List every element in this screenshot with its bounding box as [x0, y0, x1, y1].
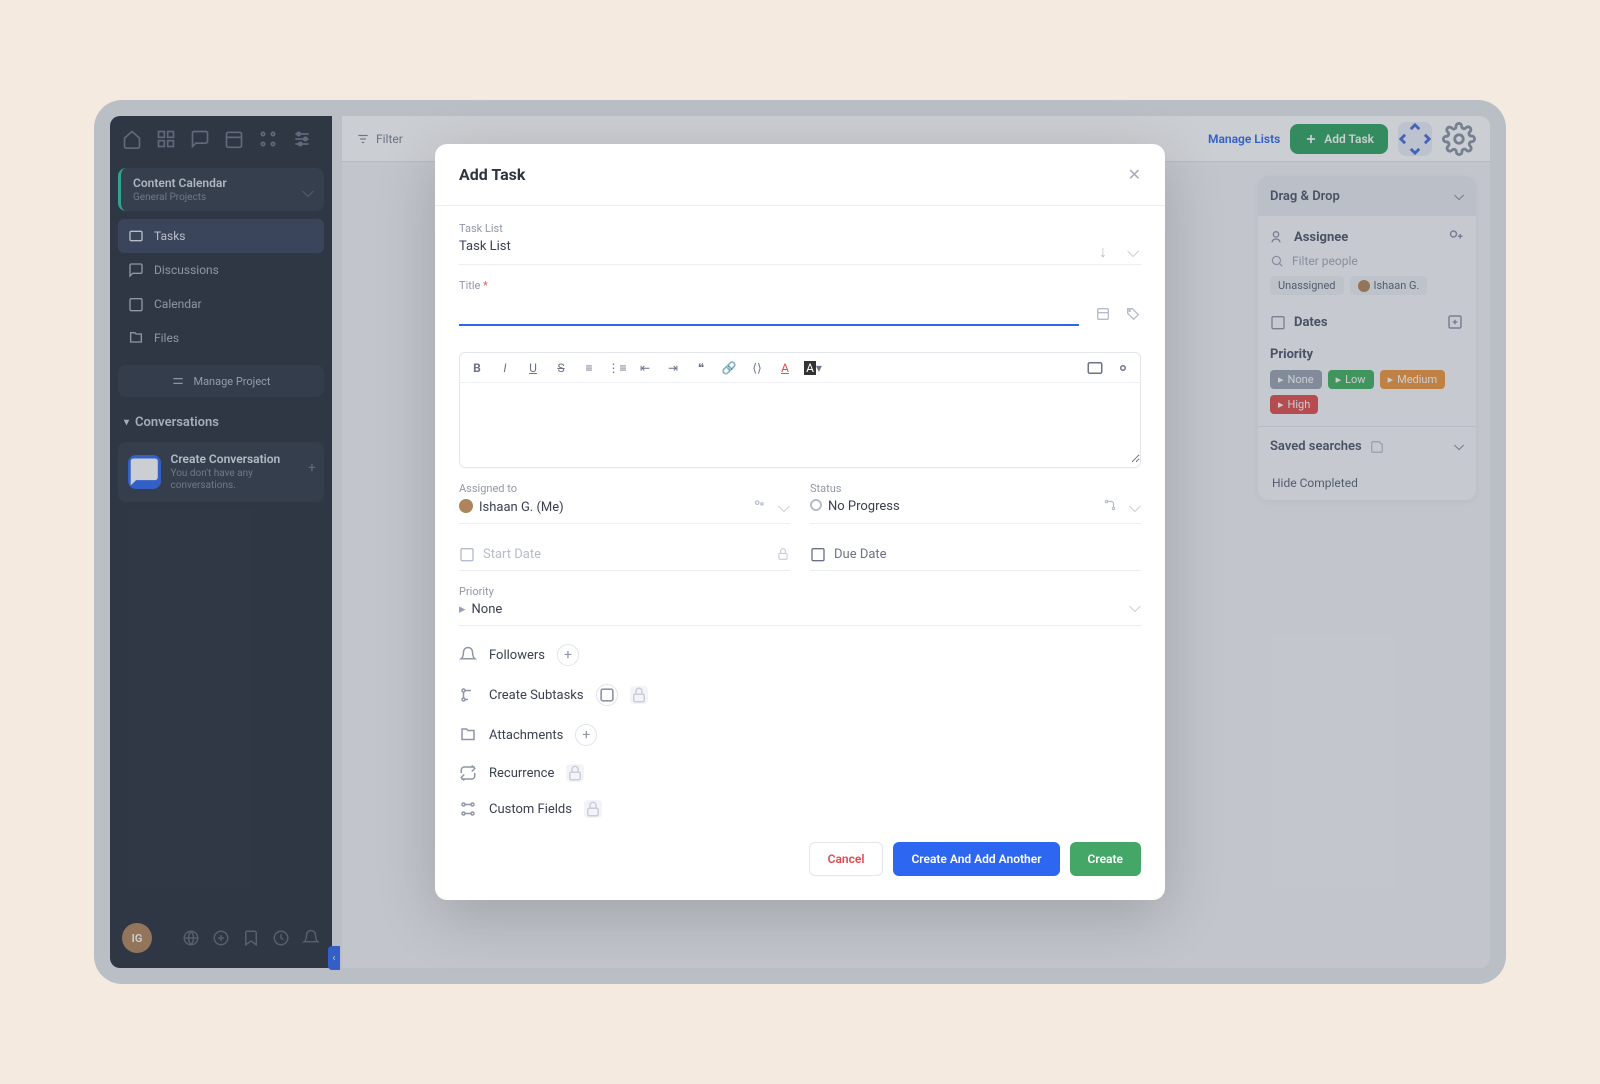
image-icon[interactable] [1086, 359, 1104, 377]
avatar-icon [459, 499, 473, 513]
task-list-value: Task List [459, 239, 1141, 254]
calendar-icon [810, 546, 826, 562]
chevron-down-icon[interactable]: ⌵ [1129, 497, 1141, 517]
bell-icon [459, 646, 477, 664]
subtasks-row: Create Subtasks [459, 684, 1141, 706]
lock-icon [776, 547, 790, 561]
chevron-down-icon: ⌵ [1129, 597, 1141, 617]
link-icon[interactable]: 🔗 [720, 359, 738, 377]
custom-fields-row: Custom Fields [459, 800, 1141, 818]
add-attachment-button[interactable]: + [575, 724, 597, 746]
description-editor: B I U S ≡ ⋮≡ ⇤ ⇥ ❝ 🔗 ⟨⟩ A A▾ [459, 352, 1141, 468]
lock-icon [584, 800, 602, 818]
code-icon[interactable]: ⟨⟩ [748, 359, 766, 377]
status-circle-icon [810, 499, 822, 511]
close-icon[interactable]: ✕ [1128, 165, 1141, 184]
add-follower-button[interactable]: + [557, 644, 579, 666]
modal-header: Add Task ✕ [435, 144, 1165, 206]
app-frame: Content Calendar General Projects ⌵ Task… [94, 100, 1506, 984]
bg-color-icon[interactable]: A▾ [804, 359, 822, 377]
bold-icon[interactable]: B [468, 359, 486, 377]
text-color-icon[interactable]: A [776, 359, 794, 377]
title-input[interactable] [459, 296, 1079, 326]
ul-icon[interactable]: ⋮≡ [608, 359, 626, 377]
folder-icon [459, 726, 477, 744]
recurrence-row: Recurrence [459, 764, 1141, 782]
create-add-another-button[interactable]: Create And Add Another [893, 842, 1059, 876]
people-icon[interactable] [752, 497, 766, 511]
lock-icon [566, 764, 584, 782]
repeat-icon [459, 764, 477, 782]
ol-icon[interactable]: ≡ [580, 359, 598, 377]
priority-field[interactable]: Priority ▸None ⌵ [459, 585, 1141, 626]
task-list-label: Task List [459, 222, 1141, 235]
followers-row: Followers + [459, 644, 1141, 666]
calendar-icon [459, 546, 475, 562]
start-date-field[interactable]: Start Date [459, 538, 790, 571]
outdent-icon[interactable]: ⇤ [636, 359, 654, 377]
attachments-row: Attachments + [459, 724, 1141, 746]
fields-icon [459, 800, 477, 818]
description-textarea[interactable] [460, 383, 1140, 463]
indent-icon[interactable]: ⇥ [664, 359, 682, 377]
tag-icon[interactable] [1125, 306, 1141, 322]
assigned-to-field[interactable]: Assigned to Ishaan G. (Me) ⌵ [459, 482, 790, 524]
sort-icon[interactable]: ↓ [1099, 242, 1113, 256]
chevron-down-icon[interactable]: ⌵ [778, 497, 790, 517]
template-badge-icon[interactable] [596, 684, 618, 706]
modal-title: Add Task [459, 165, 525, 184]
task-list-field[interactable]: Task List Task List ↓ ⌵ [459, 222, 1141, 265]
add-task-modal: Add Task ✕ Task List Task List ↓ ⌵ Title… [435, 144, 1165, 900]
modal-footer: Cancel Create And Add Another Create [435, 826, 1165, 900]
title-field: Title * [459, 279, 1141, 336]
lock-icon [630, 686, 648, 704]
chevron-down-icon[interactable]: ⌵ [1127, 242, 1141, 256]
create-button[interactable]: Create [1070, 842, 1141, 876]
status-field[interactable]: Status No Progress ⌵ [810, 482, 1141, 524]
flow-icon[interactable] [1103, 497, 1117, 511]
gear-icon[interactable] [1114, 359, 1132, 377]
italic-icon[interactable]: I [496, 359, 514, 377]
strike-icon[interactable]: S [552, 359, 570, 377]
flag-icon: ▸ [459, 602, 466, 617]
template-icon[interactable] [1095, 306, 1111, 322]
due-date-field[interactable]: Due Date [810, 538, 1141, 571]
underline-icon[interactable]: U [524, 359, 542, 377]
cancel-button[interactable]: Cancel [809, 842, 884, 876]
quote-icon[interactable]: ❝ [692, 359, 710, 377]
subtask-icon [459, 686, 477, 704]
